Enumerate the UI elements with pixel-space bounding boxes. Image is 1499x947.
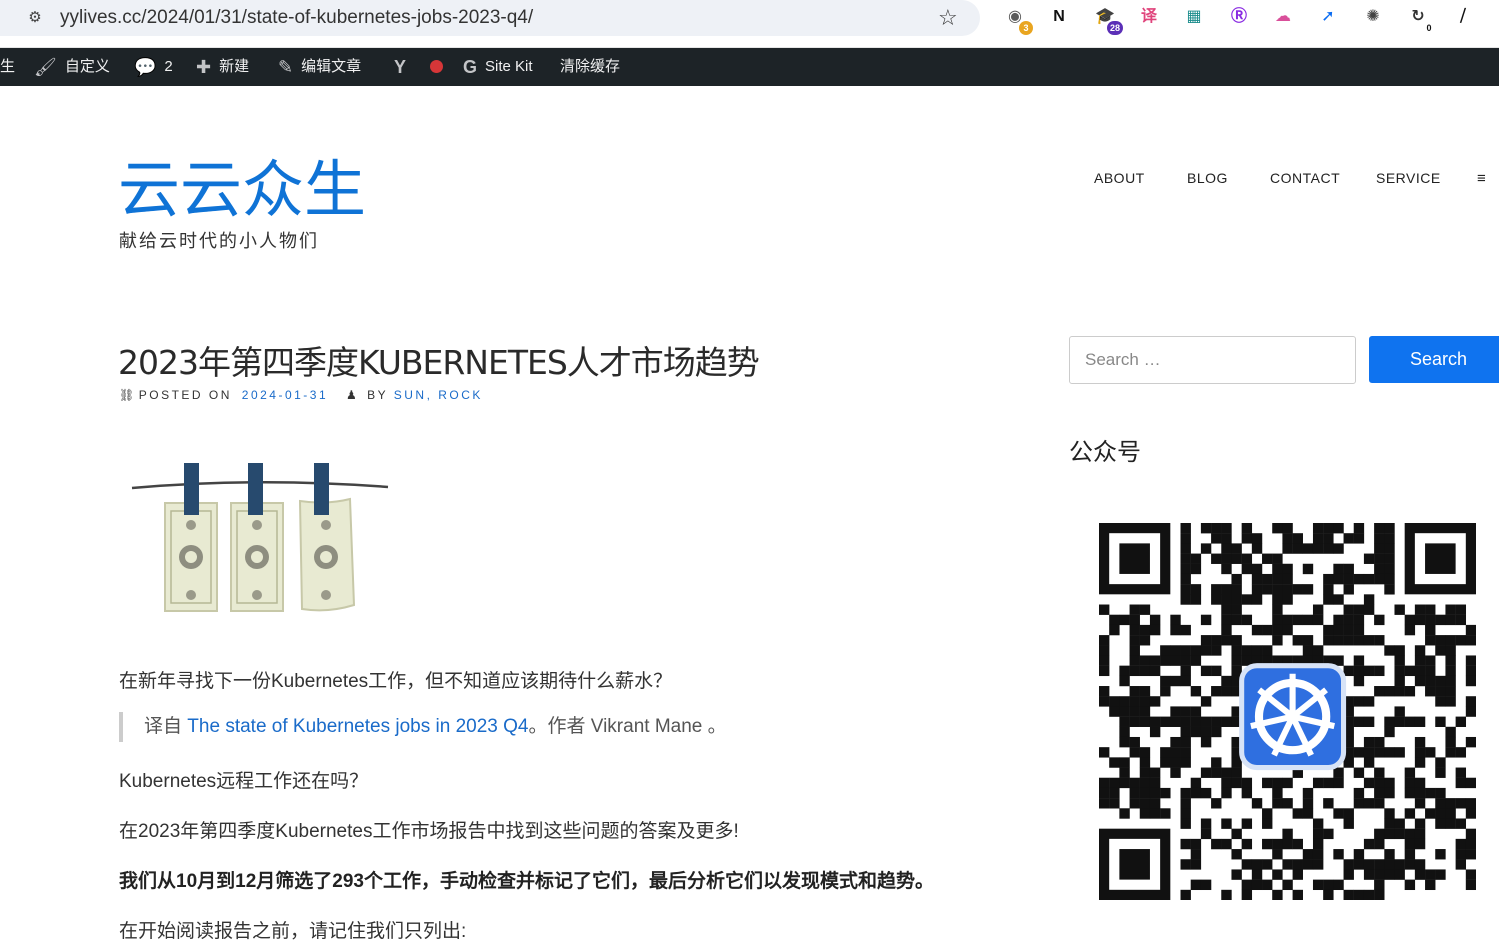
- extension-badge: 0: [1422, 21, 1436, 35]
- site-kit-link[interactable]: G Site Kit: [463, 48, 533, 86]
- wechat-widget-title: 公众号: [1069, 439, 1141, 466]
- yoast-icon: Y: [394, 57, 407, 77]
- qr-finder-pattern: [1425, 543, 1456, 574]
- by-label: BY: [367, 388, 388, 402]
- report-paragraph: 在2023年第四季度Kubernetes工作市场报告中找到这些问题的答案及更多!: [119, 821, 739, 842]
- yoast-seo-menu[interactable]: Y: [394, 48, 414, 86]
- grid-ext-icon[interactable]: ▦: [1182, 5, 1206, 29]
- author-icon: ♟: [346, 388, 360, 402]
- post-date-link[interactable]: 2024-01-31: [242, 388, 328, 402]
- cloud-ext-icon[interactable]: ☁: [1271, 5, 1295, 29]
- edit-post-label: 编辑文章: [301, 58, 362, 75]
- comment-bubble-icon: 💬: [134, 57, 157, 77]
- clear-cache-link[interactable]: 清除缓存: [560, 48, 620, 86]
- customize-link[interactable]: 🖌 自定义: [34, 48, 110, 86]
- pencil-icon: ✎: [278, 57, 294, 77]
- paintbrush-icon: 🖌: [34, 57, 57, 77]
- link-icon: ⛓: [119, 388, 137, 402]
- nav-item-about[interactable]: ABOUT: [1094, 170, 1145, 186]
- customize-label: 自定义: [64, 58, 110, 75]
- url-text[interactable]: yylives.cc/2024/01/31/state-of-kubernete…: [60, 7, 533, 29]
- comments-count: 2: [164, 58, 173, 75]
- nav-item-service[interactable]: SERVICE: [1376, 170, 1441, 186]
- browser-toolbar: ⚙ yylives.cc/2024/01/31/state-of-kuberne…: [0, 0, 1499, 48]
- translate-icon[interactable]: 译: [1137, 5, 1161, 29]
- graduation-cap-icon[interactable]: 🎓 28: [1093, 5, 1123, 35]
- bookmark-star-icon[interactable]: ☆: [938, 5, 958, 31]
- seo-status-dot-icon: [430, 60, 443, 73]
- extension-badge: 3: [1019, 21, 1033, 35]
- blue-arrow-icon[interactable]: ➚: [1316, 5, 1340, 29]
- wechat-qr-code: [1099, 523, 1476, 900]
- method-paragraph: 我们从10月到12月筛选了293个工作，手动检查并标记了它们，最后分析它们以发现…: [119, 871, 934, 892]
- nav-item-contact[interactable]: CONTACT: [1270, 170, 1340, 186]
- dark-ext-icon[interactable]: ⧸: [1451, 5, 1475, 29]
- post-title: 2023年第四季度KUBERNETES人才市场趋势: [118, 343, 760, 382]
- site-settings-icon[interactable]: ⚙: [26, 9, 44, 27]
- new-content-link[interactable]: ✚ 新建: [196, 48, 249, 86]
- comments-link[interactable]: 💬 2: [134, 48, 173, 86]
- site-kit-label: Site Kit: [485, 58, 533, 75]
- search-input[interactable]: Search …: [1069, 336, 1356, 384]
- openai-icon[interactable]: ✺: [1361, 5, 1385, 29]
- source-article-link[interactable]: The state of Kubernetes jobs in 2023 Q4: [187, 716, 528, 737]
- menu-toggle-icon[interactable]: ≡: [1477, 170, 1486, 187]
- posted-on-label: POSTED ON: [138, 388, 232, 402]
- wp-admin-bar: 生 🖌 自定义 💬 2 ✚ 新建 ✎ 编辑文章 Y G Site Kit 清除缓存: [0, 48, 1499, 86]
- address-bar[interactable]: ⚙ yylives.cc/2024/01/31/state-of-kuberne…: [0, 0, 980, 36]
- reminder-paragraph: 在开始阅读报告之前，请记住我们只列出:: [119, 921, 467, 942]
- purple-r-icon[interactable]: Ⓡ: [1227, 5, 1251, 29]
- refresh-ext-icon[interactable]: ↻ 0: [1406, 5, 1436, 35]
- remote-question-paragraph: Kubernetes远程工作还在吗？: [119, 771, 369, 792]
- qr-finder-pattern: [1119, 849, 1150, 880]
- new-label: 新建: [219, 58, 250, 75]
- nav-item-blog[interactable]: BLOG: [1187, 170, 1228, 186]
- source-blockquote: 译自 The state of Kubernetes jobs in 2023 …: [119, 712, 727, 742]
- featured-image: [131, 463, 389, 612]
- search-button[interactable]: Search: [1369, 336, 1499, 383]
- site-title[interactable]: 云云众生: [118, 152, 366, 228]
- quote-suffix: 。作者 Vikrant Mane 。: [528, 716, 727, 737]
- quote-prefix: 译自: [144, 716, 183, 737]
- plus-icon: ✚: [196, 57, 212, 77]
- notion-icon[interactable]: N: [1047, 5, 1071, 29]
- post-meta: ⛓ POSTED ON 2024-01-31 ♟ BY SUN, ROCK: [119, 388, 483, 402]
- bill-illustration-2: [230, 463, 284, 612]
- edit-post-link[interactable]: ✎ 编辑文章: [278, 48, 361, 86]
- site-description: 献给云时代的小人物们: [119, 231, 319, 251]
- author-link[interactable]: SUN, ROCK: [394, 388, 483, 402]
- google-g-icon: G: [463, 57, 478, 77]
- qr-finder-pattern: [1119, 543, 1150, 574]
- intro-paragraph: 在新年寻找下一份Kubernetes工作，但不知道应该期待什么薪水？: [119, 671, 673, 692]
- admin-site-name[interactable]: 生: [0, 48, 15, 86]
- extension-badge: 28: [1106, 21, 1123, 35]
- chatgpt-ext-icon[interactable]: ◉ 3: [1003, 5, 1033, 35]
